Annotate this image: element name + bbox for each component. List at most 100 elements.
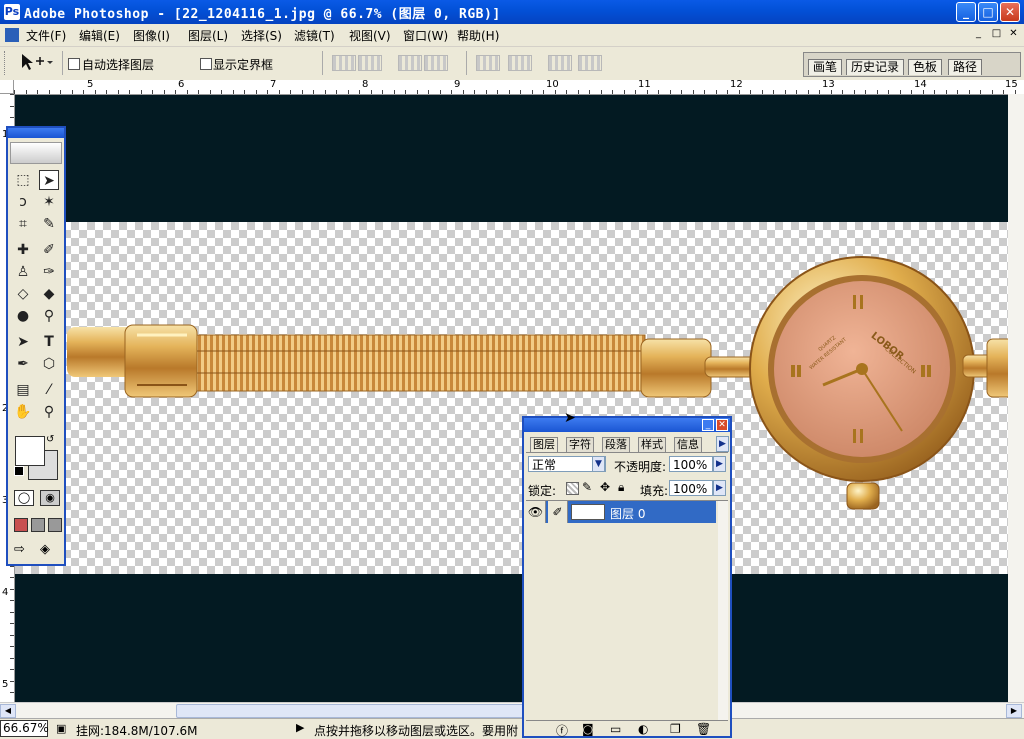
zoom-field[interactable]: 66.67% [0,720,49,737]
layer-name[interactable]: 图层 0 [610,505,645,522]
fill-slider-button[interactable]: ▶ [713,480,726,496]
fill-field[interactable]: 100% [669,480,713,496]
document-canvas[interactable]: LOBOR COLLECTION QUARTZ WATER RESISTANT [15,95,1024,702]
palette-minimize-button[interactable]: _ [702,419,714,431]
shape-tool-icon[interactable]: ⬡ [39,354,59,374]
zoom-tool-icon[interactable]: ⚲ [39,402,59,422]
toolbox-titlebar[interactable] [8,128,64,138]
new-set-icon[interactable]: ▭ [610,722,621,736]
align-hcenter-icon[interactable] [424,55,448,71]
palette-close-button[interactable]: ✕ [716,419,728,431]
vertical-scrollbar[interactable] [1008,94,1024,702]
distribute-right-icon[interactable] [578,55,602,71]
paint-bucket-icon[interactable]: ◆ [39,284,59,304]
path-select-icon[interactable]: ➤ [13,332,33,352]
slice-tool-icon[interactable]: ✎ [39,214,59,234]
blend-mode-dropdown-icon[interactable]: ▼ [592,456,605,472]
jump-to-imageready-icon[interactable]: ⇨ [14,542,38,558]
scroll-left-button[interactable]: ◀ [0,704,16,718]
mask-icon[interactable]: ◙ [582,722,594,736]
eye-icon[interactable]: 👁︎ [526,501,546,523]
doc-restore-button[interactable]: □ [990,28,1003,41]
screen-mode-standard-icon[interactable] [14,518,28,532]
palette-menu-button[interactable]: ▶ [716,436,729,452]
doc-minimize-button[interactable]: _ [972,28,985,41]
scroll-right-button[interactable]: ▶ [1006,704,1022,718]
distribute-top-icon[interactable] [476,55,500,71]
lock-transparency-icon[interactable] [566,482,579,495]
info-icon[interactable]: ▣ [56,722,66,735]
tab-character[interactable]: 字符 [566,437,594,452]
align-top-icon[interactable] [332,55,356,71]
layers-scrollbar[interactable] [718,501,728,721]
adobe-logo-icon[interactable] [10,142,62,164]
horizontal-ruler[interactable]: 5 6 7 8 9 10 11 12 13 14 15 [0,80,1024,95]
type-tool-icon[interactable]: T [39,332,59,352]
menu-image[interactable]: 图像(I) [133,27,170,44]
menu-layer[interactable]: 图层(L) [188,27,228,44]
screen-mode-full-menu-icon[interactable] [31,518,45,532]
quick-mask-icon[interactable]: ◉ [40,490,60,506]
menu-select[interactable]: 选择(S) [241,27,282,44]
distribute-center-icon[interactable] [508,55,532,71]
move-tool-icon[interactable]: ➤ [39,170,59,190]
dodge-tool-icon[interactable]: ⚲ [39,306,59,326]
blur-tool-icon[interactable]: ● [13,306,33,326]
default-colors-icon[interactable] [14,466,24,476]
screen-mode-full-icon[interactable] [48,518,62,532]
trash-icon[interactable]: 🗑︎ [696,722,711,736]
show-bounds-checkbox[interactable] [200,58,212,70]
scroll-thumb[interactable] [176,704,576,718]
hand-tool-icon[interactable]: ✋ [13,402,33,422]
tab-styles[interactable]: 样式 [638,437,666,452]
grip-handle[interactable] [4,51,9,75]
swap-colors-icon[interactable]: ↺ [46,434,54,445]
menu-file[interactable]: 文件(F) [26,27,66,44]
opacity-slider-button[interactable]: ▶ [713,456,726,472]
lasso-tool-icon[interactable]: ↄ [13,192,33,212]
brush-icon[interactable]: ✐ [548,501,568,523]
ruler-origin[interactable] [0,80,14,94]
status-menu-icon[interactable]: ▶ [296,721,304,734]
tab-layers[interactable]: 图层 [530,437,558,452]
history-brush-icon[interactable]: ✑ [39,262,59,282]
lock-position-icon[interactable]: ✥ [600,480,610,494]
healing-brush-icon[interactable]: ✚ [13,240,33,260]
tab-paragraph[interactable]: 段落 [602,437,630,452]
menu-help[interactable]: 帮助(H) [457,27,499,44]
brush-tool-icon[interactable]: ✐ [39,240,59,260]
move-tool-icon[interactable] [18,52,58,74]
standard-mode-icon[interactable]: ◯ [14,490,34,506]
well-tab-swatches[interactable]: 色板 [908,59,943,75]
adjustment-icon[interactable]: ◐ [638,722,648,736]
imageready-icon[interactable]: ◈ [40,542,60,558]
horizontal-scrollbar[interactable]: ◀ ▶ [0,702,1024,719]
eyedropper-tool-icon[interactable]: ⁄ [39,380,59,400]
photoshop-icon[interactable]: Ps [4,4,20,20]
menu-edit[interactable]: 编辑(E) [79,27,120,44]
layer-style-icon[interactable]: ⓕ [556,722,568,739]
new-layer-icon[interactable]: ❐ [670,722,681,736]
well-tab-brushes[interactable]: 画笔 [808,59,843,75]
menu-window[interactable]: 窗口(W) [403,27,448,44]
foreground-color-swatch[interactable] [15,436,45,466]
doc-close-button[interactable]: ✕ [1007,28,1020,41]
opacity-field[interactable]: 100% [669,456,713,472]
eraser-tool-icon[interactable]: ◇ [13,284,33,304]
menu-filter[interactable]: 滤镜(T) [294,27,335,44]
tab-info[interactable]: 信息 [674,437,702,452]
minimize-button[interactable]: _ [956,2,976,22]
distribute-left-icon[interactable] [548,55,572,71]
layers-titlebar[interactable] [524,418,730,432]
clone-stamp-icon[interactable]: ♙ [13,262,33,282]
align-vcenter-icon[interactable] [358,55,382,71]
close-button[interactable]: ✕ [1000,2,1020,22]
crop-tool-icon[interactable]: ⌗ [13,214,33,234]
layer-row[interactable]: 👁︎ ✐ 图层 0 [526,501,716,523]
well-tab-history[interactable]: 历史记录 [846,59,905,75]
lock-image-icon[interactable]: ✎ [582,480,592,494]
lock-all-icon[interactable]: 🔒︎ [618,480,624,495]
well-tab-paths[interactable]: 路径 [948,59,983,75]
align-left-icon[interactable] [398,55,422,71]
magic-wand-tool-icon[interactable]: ✶ [39,192,59,212]
